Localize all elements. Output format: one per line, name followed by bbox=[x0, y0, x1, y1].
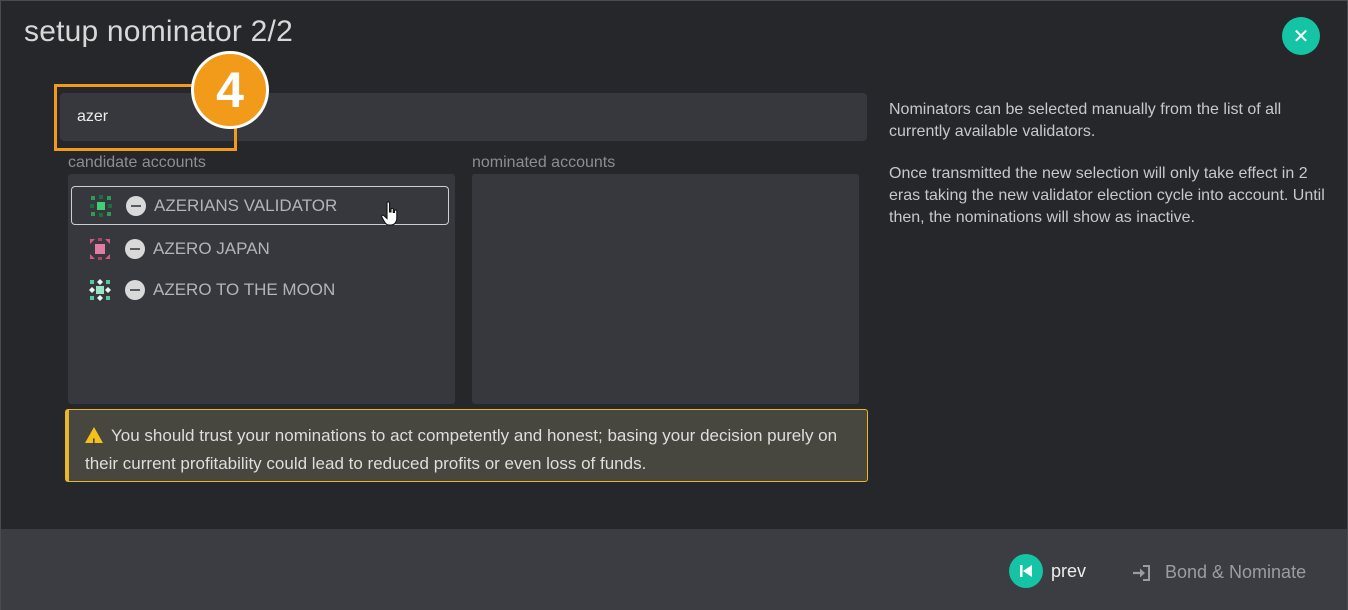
candidate-accounts-label: candidate accounts bbox=[68, 154, 206, 171]
candidate-name: AZERIANS VALIDATOR bbox=[154, 195, 338, 215]
modal-footer: prev Bond & Nominate bbox=[1, 529, 1347, 610]
identicon-icon bbox=[90, 194, 112, 217]
remove-icon[interactable] bbox=[125, 238, 145, 259]
nominated-accounts-label: nominated accounts bbox=[472, 154, 616, 171]
search-input[interactable] bbox=[60, 93, 867, 141]
list-item[interactable]: AZERO JAPAN bbox=[71, 229, 449, 268]
modal-title: setup nominator 2/2 bbox=[24, 15, 293, 48]
prev-label: prev bbox=[1051, 560, 1087, 581]
warning-message: You should trust your nominations to act… bbox=[65, 409, 868, 482]
close-icon: ✕ bbox=[1292, 25, 1310, 48]
prev-button[interactable]: prev bbox=[1009, 554, 1086, 588]
skip-back-icon bbox=[1009, 554, 1043, 588]
sign-in-icon bbox=[1133, 564, 1150, 581]
identicon-icon bbox=[90, 237, 110, 260]
identicon-icon bbox=[89, 278, 111, 301]
setup-nominator-modal: setup nominator 2/2 ✕ 4 candidate accoun… bbox=[0, 0, 1348, 610]
warning-icon bbox=[85, 427, 103, 457]
remove-icon[interactable] bbox=[125, 279, 145, 300]
warning-text: You should trust your nominations to act… bbox=[85, 426, 838, 473]
close-button[interactable]: ✕ bbox=[1282, 17, 1320, 55]
remove-icon[interactable] bbox=[126, 195, 146, 216]
nominated-accounts-list bbox=[472, 174, 859, 404]
hand-cursor-icon bbox=[381, 201, 398, 226]
candidate-name: AZERO JAPAN bbox=[153, 238, 270, 258]
tutorial-step-badge: 4 bbox=[191, 51, 269, 129]
info-paragraph-2: Once transmitted the new selection will … bbox=[889, 165, 1325, 226]
candidate-name: AZERO TO THE MOON bbox=[153, 279, 336, 299]
bond-nominate-button[interactable]: Bond & Nominate bbox=[1131, 562, 1306, 583]
info-paragraph-1: Nominators can be selected manually from… bbox=[889, 101, 1282, 140]
bond-nominate-label: Bond & Nominate bbox=[1165, 562, 1307, 582]
list-item[interactable]: AZERO TO THE MOON bbox=[71, 270, 449, 309]
search-field[interactable] bbox=[60, 93, 867, 141]
